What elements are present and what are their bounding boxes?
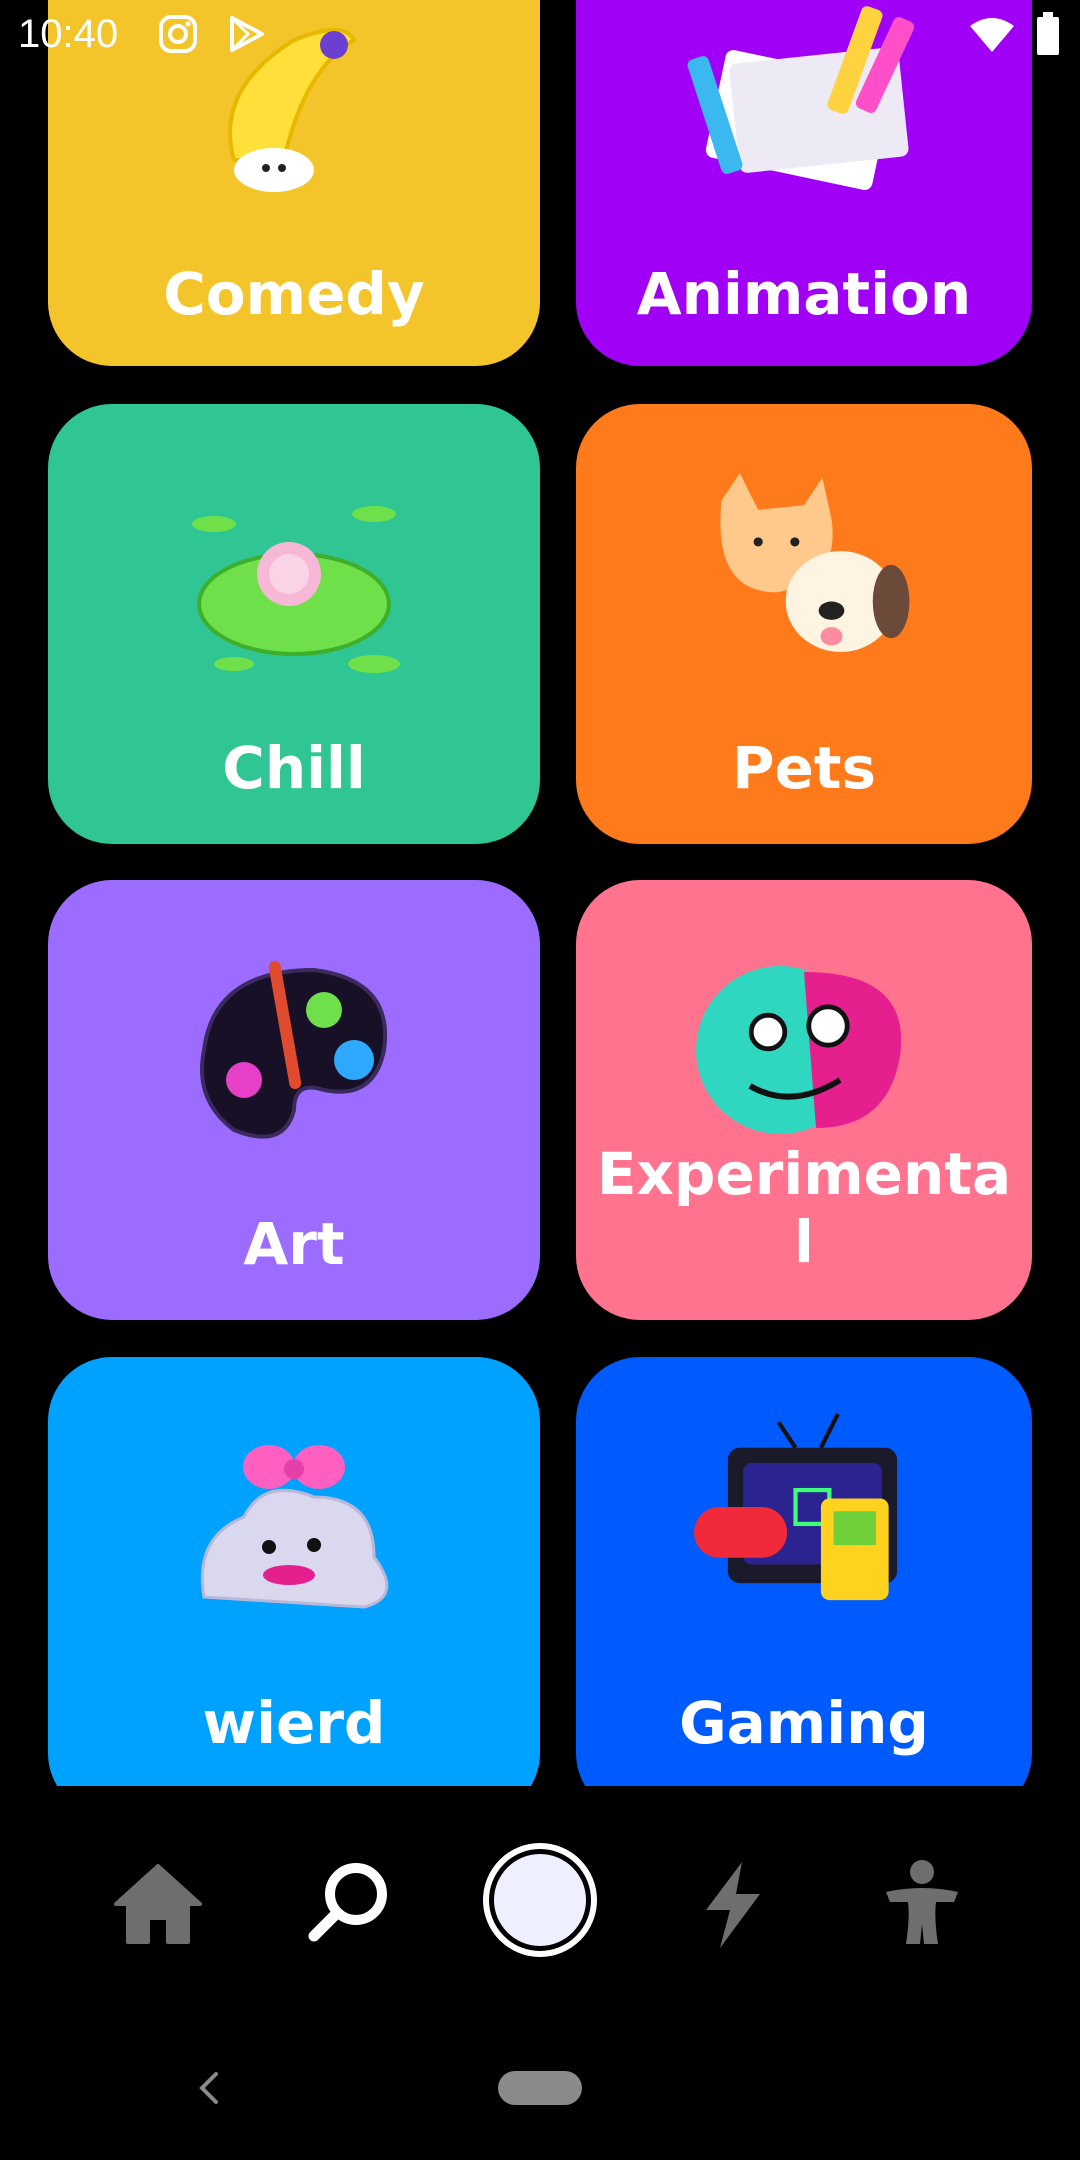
- category-label: Chill: [222, 734, 366, 802]
- status-bar: 10:40: [0, 0, 1080, 72]
- record-button[interactable]: [482, 1842, 598, 1958]
- category-tile-experimental[interactable]: Experimental: [576, 880, 1032, 1320]
- system-nav-bar: [0, 2016, 1080, 2160]
- cat-dog-icon: [720, 473, 910, 652]
- paint-palette-icon: [200, 960, 388, 1139]
- category-label: Comedy: [163, 260, 425, 328]
- profile-icon[interactable]: [882, 1858, 962, 1948]
- lily-pad-icon: [192, 506, 400, 673]
- category-grid: Comedy Animation Chill Pets Art Experime…: [0, 0, 1080, 1786]
- back-icon[interactable]: [196, 2070, 220, 2106]
- search-icon[interactable]: [304, 1856, 396, 1948]
- battery-icon: [1037, 12, 1059, 55]
- category-tile-art[interactable]: Art: [48, 880, 540, 1320]
- play-store-icon: [230, 16, 264, 52]
- abstract-face-icon: [696, 966, 902, 1134]
- category-tile-wierd[interactable]: wierd: [48, 1357, 540, 1786]
- slime-bow-icon: [200, 1445, 389, 1609]
- home-pill[interactable]: [498, 2071, 582, 2105]
- bottom-nav: [0, 1786, 1080, 2016]
- category-label: wierd: [202, 1689, 386, 1757]
- category-label: Animation: [636, 260, 972, 328]
- category-label: Pets: [731, 734, 877, 802]
- status-time: 10:40: [18, 12, 119, 56]
- wifi-icon: [970, 18, 1014, 52]
- tv-game-controller-icon: [694, 1412, 898, 1601]
- lightning-icon[interactable]: [698, 1860, 766, 1950]
- category-label: Art: [243, 1210, 345, 1278]
- category-tile-chill[interactable]: Chill: [48, 404, 540, 844]
- category-label: Experimental: [596, 1140, 1012, 1276]
- instagram-icon: [159, 15, 197, 53]
- category-label: Gaming: [679, 1689, 929, 1757]
- category-tile-gaming[interactable]: Gaming: [576, 1357, 1032, 1786]
- category-tile-pets[interactable]: Pets: [576, 404, 1032, 844]
- home-icon[interactable]: [112, 1862, 204, 1946]
